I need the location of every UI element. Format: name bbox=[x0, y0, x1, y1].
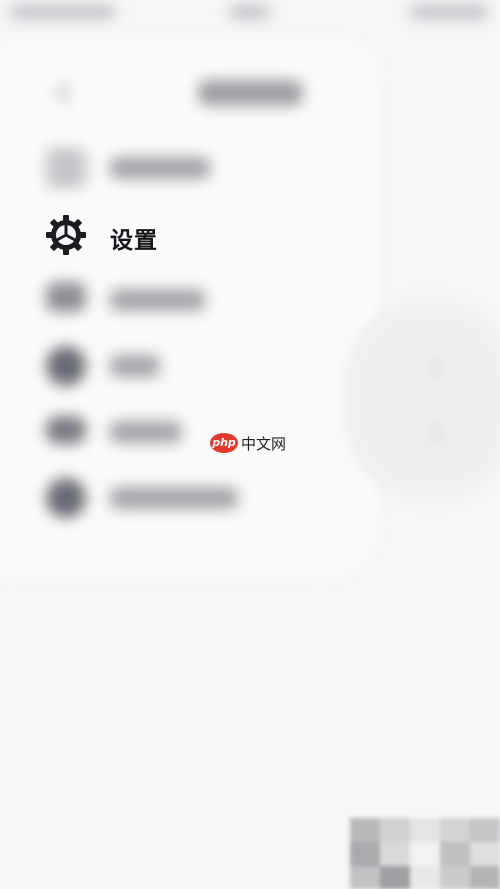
chevron-right-icon bbox=[421, 422, 444, 445]
right-blurred-card bbox=[345, 300, 500, 500]
menu-item-label bbox=[110, 421, 182, 443]
menu-item-settings[interactable]: 设置 bbox=[30, 205, 330, 263]
watermark: php 中文网 bbox=[210, 430, 286, 456]
status-bar-right bbox=[410, 6, 488, 18]
watermark-logo: php bbox=[210, 433, 238, 453]
menu-item-icon bbox=[46, 416, 86, 444]
gear-icon bbox=[46, 215, 86, 255]
menu-item[interactable] bbox=[30, 338, 330, 394]
menu-item[interactable] bbox=[30, 470, 330, 526]
status-bar-left bbox=[10, 6, 115, 18]
pixelated-thumbnail bbox=[350, 818, 500, 889]
menu-item[interactable] bbox=[30, 272, 330, 328]
chevron-right-icon bbox=[421, 356, 444, 379]
menu-item-icon bbox=[46, 148, 86, 188]
header-title bbox=[198, 80, 303, 106]
menu-item-icon bbox=[46, 478, 86, 518]
status-bar bbox=[0, 0, 500, 28]
settings-label: 设置 bbox=[110, 228, 158, 254]
back-icon[interactable] bbox=[52, 80, 76, 104]
status-bar-time bbox=[230, 6, 270, 18]
menu-item-icon bbox=[46, 282, 86, 312]
menu-item-label bbox=[110, 289, 205, 311]
menu-item-icon bbox=[46, 346, 86, 386]
menu-item-label bbox=[110, 157, 210, 179]
menu-item-label bbox=[110, 487, 238, 509]
menu-item-label bbox=[110, 355, 160, 377]
watermark-text: 中文网 bbox=[241, 434, 287, 453]
menu-item[interactable] bbox=[30, 140, 330, 196]
